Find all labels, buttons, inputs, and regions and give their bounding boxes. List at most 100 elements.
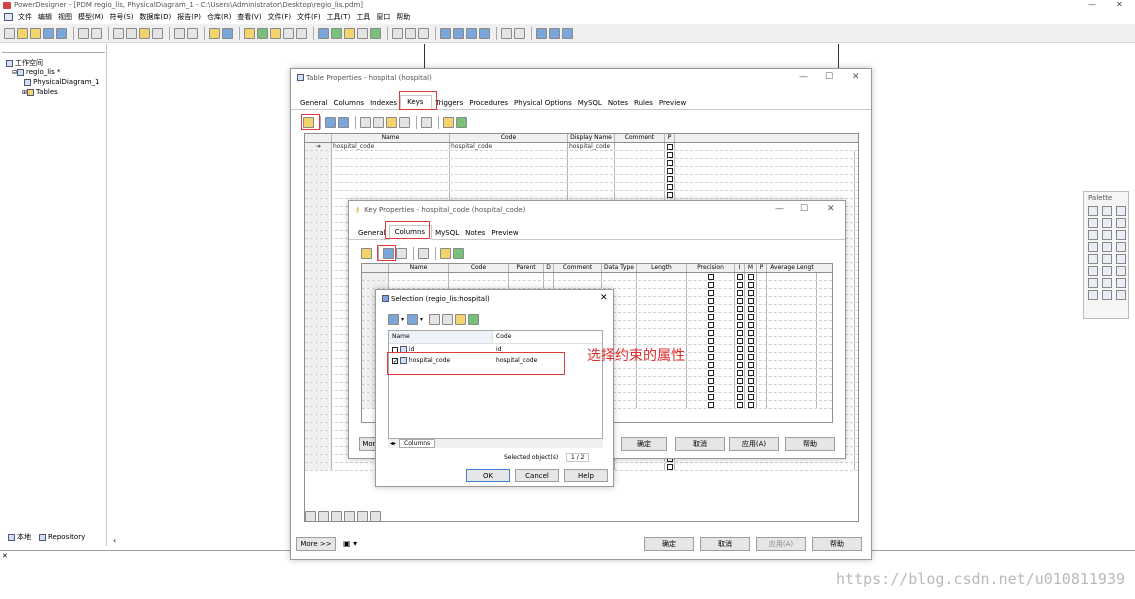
grid-cell[interactable] [665, 151, 675, 158]
col-display-name[interactable]: Display Name [568, 134, 615, 142]
grid-cell[interactable] [757, 361, 767, 368]
grid-checkbox[interactable] [667, 183, 673, 190]
help-button[interactable]: 帮助 [785, 437, 835, 451]
grid-cell[interactable] [450, 191, 568, 198]
tree-model[interactable]: ⊟ regio_lis * [12, 68, 61, 76]
grid-cell[interactable] [745, 329, 757, 336]
grid-cell[interactable] [757, 297, 767, 304]
grid-cell[interactable] [687, 377, 735, 384]
grid-cell[interactable] [568, 167, 615, 174]
grid-cell[interactable] [509, 273, 544, 280]
help-button[interactable]: Help [564, 469, 608, 482]
grid-cell[interactable] [615, 183, 665, 190]
grid-checkbox[interactable] [737, 369, 743, 376]
tree-diagram[interactable]: PhysicalDiagram_1 [24, 78, 99, 86]
browser-icon[interactable] [501, 27, 512, 39]
grid-cell[interactable] [450, 175, 568, 182]
row-comment[interactable] [615, 143, 665, 150]
tab-general[interactable]: General [355, 227, 389, 239]
find-icon[interactable] [421, 116, 432, 128]
grid-cell[interactable] [637, 385, 687, 392]
grid-cell[interactable] [745, 305, 757, 312]
close-icon[interactable]: ✕ [600, 293, 608, 303]
cut-icon[interactable] [360, 116, 371, 128]
grid-checkbox[interactable] [737, 273, 743, 280]
grid-checkbox[interactable] [737, 337, 743, 344]
window-icon-3[interactable] [466, 27, 477, 39]
grid-cell[interactable] [687, 353, 735, 360]
empty-row[interactable] [362, 273, 832, 281]
grid-cell[interactable] [554, 281, 602, 288]
grid-cell[interactable] [757, 329, 767, 336]
apply-button[interactable]: 应用(A) [729, 437, 779, 451]
grid-cell[interactable] [745, 273, 757, 280]
row-code[interactable]: hospital_code [450, 143, 568, 150]
grid-cell[interactable] [615, 167, 665, 174]
empty-row[interactable] [305, 159, 858, 167]
customize-columns-icon[interactable] [468, 314, 480, 325]
move-bottom-icon[interactable] [442, 314, 454, 325]
grid-cell[interactable] [665, 159, 675, 166]
grid-cell[interactable] [637, 281, 687, 288]
grid-cell[interactable] [735, 321, 745, 328]
grid-checkbox[interactable] [748, 289, 754, 296]
move-up-icon[interactable] [331, 511, 342, 522]
grid-cell[interactable] [745, 393, 757, 400]
grid-checkbox[interactable] [667, 463, 673, 470]
grid-cell[interactable] [735, 353, 745, 360]
grid-checkbox[interactable] [667, 151, 673, 158]
grid-cell[interactable] [450, 183, 568, 190]
grid-cell[interactable] [602, 273, 637, 280]
grid-cell[interactable] [757, 369, 767, 376]
minimize-button[interactable]: — [1088, 0, 1096, 10]
zoom-out-tool-icon[interactable] [1088, 218, 1098, 228]
grid-checkbox[interactable] [748, 313, 754, 320]
grid-cell[interactable] [637, 377, 687, 384]
grid-cell[interactable] [568, 183, 615, 190]
grid-cell[interactable] [735, 305, 745, 312]
package-tool-icon[interactable] [1102, 230, 1112, 240]
grid-checkbox[interactable] [708, 321, 714, 328]
view-tool-icon[interactable] [1088, 242, 1098, 252]
grid-checkbox[interactable] [748, 401, 754, 408]
grid-cell[interactable] [665, 175, 675, 182]
grid-checkbox[interactable] [737, 281, 743, 288]
minimize-icon[interactable]: — [799, 72, 808, 82]
menu-tools[interactable]: 工具 [356, 12, 370, 22]
customize-columns-icon[interactable] [453, 247, 464, 259]
grid-cell[interactable] [735, 361, 745, 368]
grid-cell[interactable] [665, 167, 675, 174]
menu-edit[interactable]: 编辑 [38, 12, 52, 22]
collapse-arrow-icon[interactable]: ‹ [113, 536, 116, 545]
grid-cell[interactable] [757, 353, 767, 360]
table-tool-icon[interactable] [1116, 230, 1126, 240]
select-all-icon[interactable] [388, 314, 399, 325]
grid-cell[interactable] [767, 385, 817, 392]
tab-preview[interactable]: Preview [656, 97, 689, 109]
col-i[interactable]: I [735, 264, 745, 272]
report-icon[interactable] [244, 27, 255, 39]
window-icon-4[interactable] [479, 27, 490, 39]
grid-cell[interactable] [735, 369, 745, 376]
grid-cell[interactable] [735, 401, 745, 408]
grid-cell[interactable] [665, 183, 675, 190]
grid-cell[interactable] [767, 377, 817, 384]
grid-cell[interactable] [767, 337, 817, 344]
menu-help[interactable]: 帮助 [396, 12, 410, 22]
dropdown-icon[interactable]: ▾ [401, 316, 404, 323]
tab-scroll-right-icon[interactable]: ▸ [393, 440, 396, 447]
grid-cell[interactable] [615, 175, 665, 182]
copy-icon[interactable] [373, 116, 384, 128]
copy-icon[interactable] [126, 27, 137, 39]
ok-button[interactable]: 确定 [621, 437, 667, 451]
col-code[interactable]: Code [493, 331, 602, 343]
col-p[interactable]: P [757, 264, 767, 272]
paste-icon[interactable] [139, 27, 150, 39]
filter-icon[interactable] [455, 314, 467, 325]
grid-cell[interactable] [509, 281, 544, 288]
grid-cell[interactable] [757, 377, 767, 384]
grid-cell[interactable] [637, 321, 687, 328]
col-name[interactable]: Name [389, 331, 494, 343]
grid-cell[interactable] [735, 385, 745, 392]
grid-checkbox[interactable] [708, 297, 714, 304]
